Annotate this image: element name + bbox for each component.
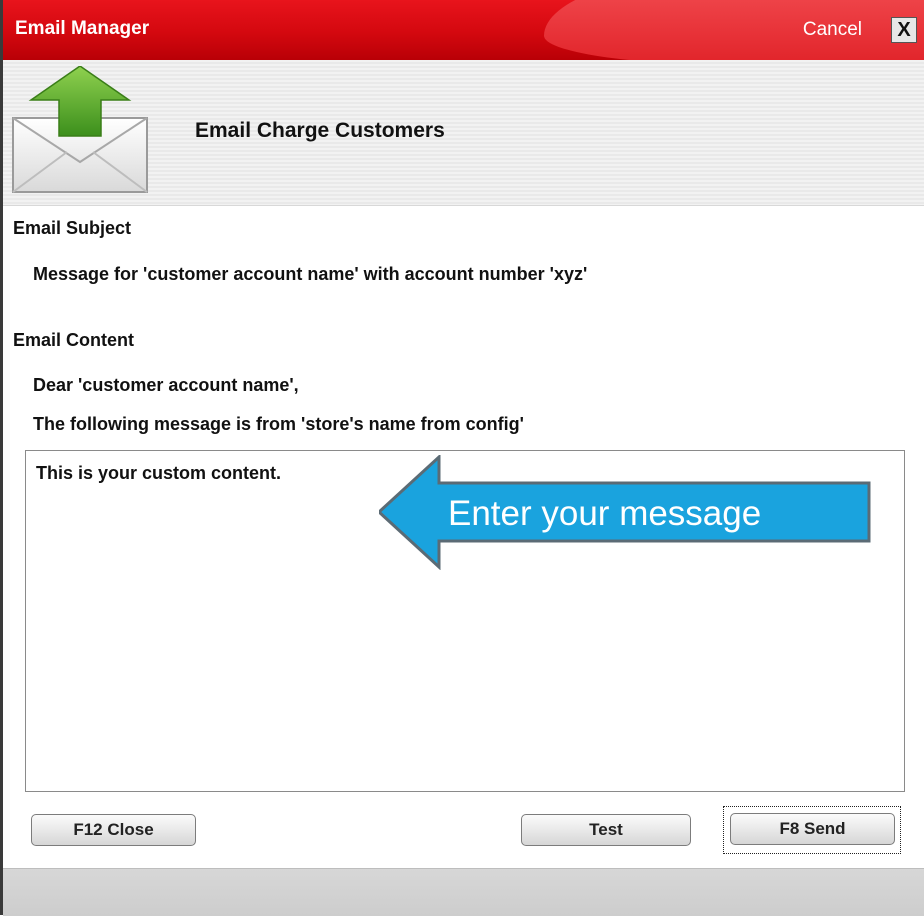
callout-text: Enter your message — [448, 494, 762, 533]
close-icon[interactable]: X — [891, 17, 917, 43]
footer-bar — [3, 868, 924, 916]
header-band: Email Charge Customers — [3, 60, 924, 206]
email-content-label: Email Content — [13, 330, 135, 350]
email-subject-label: Email Subject — [13, 218, 132, 238]
title-bar: Email Manager Cancel X — [3, 0, 924, 60]
send-button[interactable]: F8 Send — [730, 813, 895, 845]
test-button[interactable]: Test — [521, 814, 691, 846]
email-manager-window: Email Manager Cancel X Email Charge Cust… — [0, 0, 924, 916]
greeting-text: Dear 'customer account name', — [33, 375, 299, 395]
close-button[interactable]: F12 Close — [31, 814, 196, 846]
intro-text: The following message is from 'store's n… — [33, 414, 524, 434]
email-subject-value: Message for 'customer account name' with… — [33, 264, 588, 284]
title-bar-shine — [544, 0, 924, 60]
window-title: Email Manager — [15, 18, 150, 39]
page-title: Email Charge Customers — [195, 119, 445, 142]
cancel-link[interactable]: Cancel — [803, 19, 862, 41]
email-send-icon — [12, 66, 148, 193]
